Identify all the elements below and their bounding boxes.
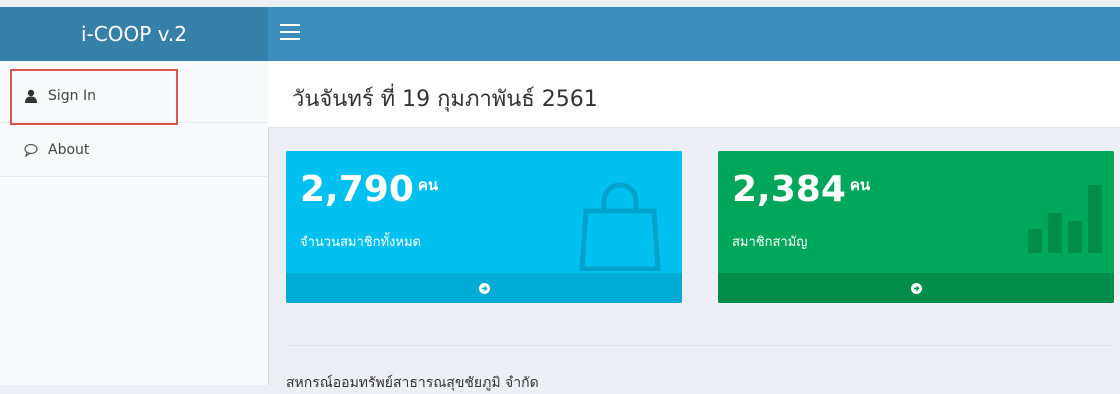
sidebar: Sign In About	[0, 61, 269, 385]
menu-toggle-icon[interactable]	[280, 24, 300, 40]
stat-description: จำนวนสมาชิกทั้งหมด	[300, 235, 421, 250]
more-info-button[interactable]	[286, 273, 682, 303]
sidebar-item-label: About	[48, 141, 90, 158]
top-navbar	[268, 7, 1120, 61]
shopping-bag-icon	[579, 182, 661, 271]
page-title: วันจันทร์ ที่ 19 กุมภาพันธ์ 2561	[292, 87, 598, 112]
more-info-button[interactable]	[718, 273, 1114, 303]
sidebar-item-label: Sign In	[48, 87, 96, 104]
user-icon	[25, 89, 37, 103]
stat-box-regular-members: 2,384 คน สมาชิกสามัญ	[718, 151, 1114, 303]
bar-chart-icon	[1028, 185, 1102, 253]
stat-box-total-members: 2,790 คน จำนวนสมาชิกทั้งหมด	[286, 151, 682, 303]
app-title: i-COOP v.2	[80, 22, 187, 46]
arrow-circle-right-icon	[478, 282, 490, 294]
app-logo[interactable]: i-COOP v.2	[0, 7, 268, 61]
stat-value: 2,790 คน	[300, 169, 439, 210]
organization-name: สหกรณ์ออมทรัพย์สาธารณสุขชัยภูมิ จำกัด	[286, 375, 539, 391]
sidebar-item-sign-in[interactable]: Sign In	[0, 69, 268, 123]
content-header: วันจันทร์ ที่ 19 กุมภาพันธ์ 2561	[268, 61, 1120, 128]
arrow-circle-right-icon	[910, 282, 922, 294]
stat-value: 2,384 คน	[732, 169, 871, 210]
divider	[286, 345, 1114, 346]
sidebar-item-about[interactable]: About	[0, 123, 268, 177]
chat-bubble-icon	[24, 143, 38, 157]
stat-description: สมาชิกสามัญ	[732, 235, 808, 250]
